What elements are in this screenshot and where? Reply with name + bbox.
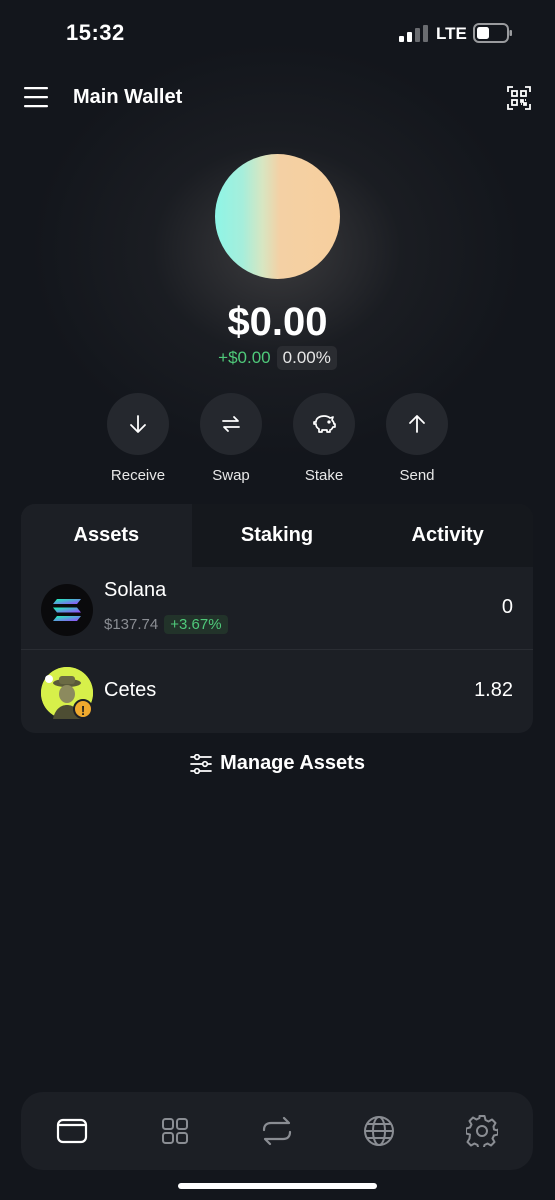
arrow-down-icon [130,415,146,433]
piggy-bank-icon [313,415,336,433]
solana-logo-icon [41,584,93,636]
tab-activity[interactable]: Activity [362,504,533,567]
asset-row-cetes[interactable]: ! Cetes 1.82 [21,650,533,733]
qr-scan-icon[interactable] [507,86,531,110]
balance-change-usd: +$0.00 [218,348,271,367]
tab-staking[interactable]: Staking [191,504,363,567]
warning-badge-icon: ! [73,699,93,719]
nav-swap[interactable] [251,1105,303,1157]
balance-change-row: +$0.00 0.00% [0,346,555,370]
assets-card: Assets Staking Activity Solana $137.74 +… [21,504,533,733]
bottom-navigation [21,1092,533,1170]
wallet-icon [57,1118,88,1144]
stake-label: Stake [304,467,344,484]
sliders-icon [190,753,212,774]
asset-name: Solana [104,579,167,601]
send-label: Send [399,467,435,484]
asset-price-row: $137.74 +3.67% [104,615,228,634]
asset-amount: 0 [501,596,513,618]
nav-wallet[interactable] [46,1105,98,1157]
manage-assets-button[interactable]: Manage Assets [0,752,555,775]
total-balance: $0.00 [227,300,328,344]
wallet-title[interactable]: Main Wallet [73,86,182,109]
apps-grid-icon [161,1118,188,1144]
tab-bar: Assets Staking Activity [21,504,533,567]
swap-icon [262,1116,292,1146]
receive-button[interactable]: Receive [98,393,178,484]
home-indicator [178,1183,377,1189]
battery-icon [473,23,512,43]
asset-price: $137.74 [104,616,159,633]
asset-name: Cetes [104,679,157,701]
tab-assets[interactable]: Assets [21,504,192,567]
swap-button[interactable]: Swap [191,393,271,484]
send-button[interactable]: Send [377,393,457,484]
swap-label: Swap [212,467,250,484]
asset-change: +3.67% [164,615,228,634]
nav-collectibles[interactable] [149,1105,201,1157]
arrow-up-icon [409,415,425,433]
settings-gear-icon [465,1115,498,1147]
network-type: LTE [436,24,467,43]
hamburger-menu-icon[interactable] [24,86,48,108]
nav-explore[interactable] [353,1105,405,1157]
globe-icon [364,1116,395,1146]
balance-change-percent: 0.00% [276,346,337,370]
asset-row-solana[interactable]: Solana $137.74 +3.67% 0 [21,567,533,650]
manage-assets-label: Manage Assets [220,752,365,774]
status-time: 15:32 [66,20,125,45]
asset-amount: 1.82 [474,679,513,701]
stake-button[interactable]: Stake [284,393,364,484]
cellular-signal-icon [399,25,428,42]
account-avatar[interactable] [215,154,340,279]
nav-settings[interactable] [456,1105,508,1157]
swap-arrows-icon [222,416,240,432]
receive-label: Receive [110,467,166,484]
